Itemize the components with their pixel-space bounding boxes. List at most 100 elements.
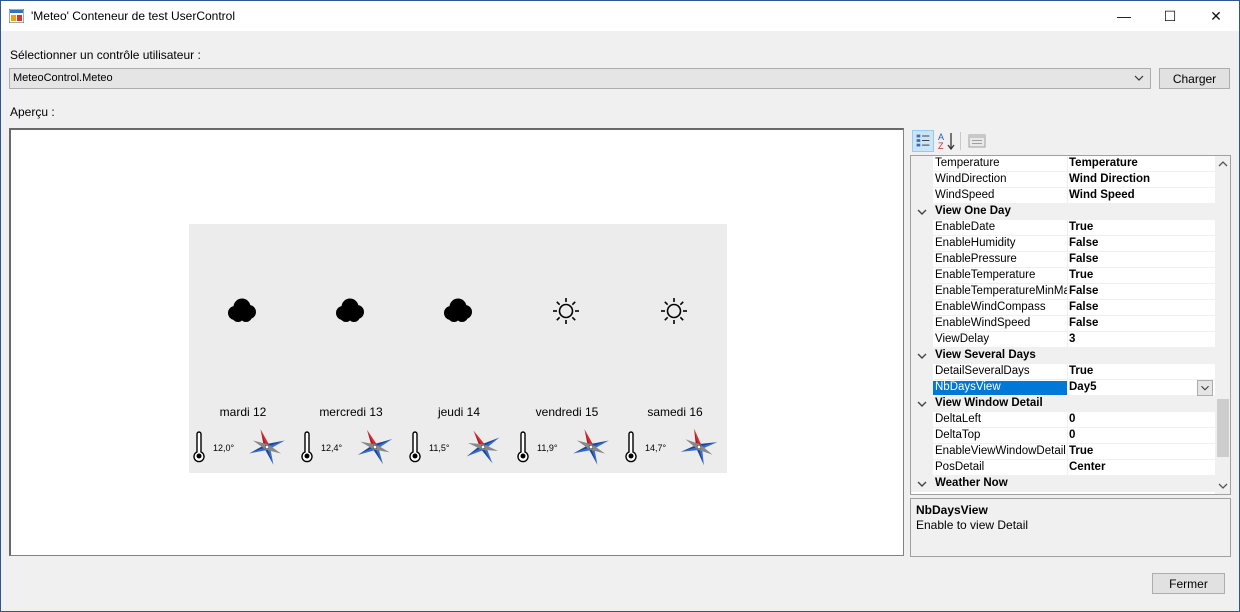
row-margin	[911, 316, 933, 332]
property-value[interactable]: False	[1069, 301, 1098, 313]
property-row[interactable]: WindSpeed Wind Speed	[911, 188, 1215, 204]
property-row[interactable]: WindDirection Wind Direction	[911, 172, 1215, 188]
column-separator	[1067, 188, 1068, 204]
property-name: DeltaLeft	[935, 413, 982, 425]
property-grid-scrollbar[interactable]	[1215, 156, 1230, 494]
forecast-day-name: samedi 16	[647, 405, 703, 419]
temperature-value: 14,7°	[645, 443, 667, 453]
collapse-chevron-icon[interactable]	[917, 479, 927, 489]
row-margin	[911, 220, 933, 236]
property-value[interactable]: True	[1069, 365, 1093, 377]
property-name: DetailSeveralDays	[935, 365, 1030, 377]
window-title: 'Meteo' Conteneur de test UserControl	[31, 9, 236, 23]
property-row[interactable]: EnableTemperatureMinMa False	[911, 284, 1215, 300]
property-row[interactable]: EnablePressure False	[911, 252, 1215, 268]
collapse-chevron-icon[interactable]	[917, 207, 927, 217]
row-margin	[911, 268, 933, 284]
row-margin	[911, 460, 933, 476]
property-value[interactable]: Center	[1069, 461, 1105, 473]
categorized-icon[interactable]	[912, 130, 934, 152]
property-name: NbDaysView	[933, 381, 1067, 395]
column-separator	[1067, 252, 1068, 268]
collapse-chevron-icon[interactable]	[917, 399, 927, 409]
property-row[interactable]: EnableTemperature True	[911, 268, 1215, 284]
property-value[interactable]: False	[1069, 285, 1098, 297]
property-pages-icon[interactable]	[966, 130, 988, 152]
minimize-button[interactable]: —	[1101, 1, 1147, 31]
forecast-day: mercredi 13 12,4°	[297, 224, 405, 473]
collapse-chevron-icon[interactable]	[917, 351, 927, 361]
category-name: View Window Detail	[935, 397, 1043, 409]
preview-panel: mardi 12 12,0° mercredi 13 12,4° jeudi 14 11,…	[9, 128, 904, 556]
row-margin	[911, 188, 933, 204]
property-value[interactable]: 0	[1069, 429, 1075, 441]
maximize-button[interactable]: ☐	[1147, 1, 1193, 31]
main-window: 'Meteo' Conteneur de test UserControl — …	[0, 0, 1240, 612]
forecast-day-name: mercredi 13	[319, 405, 383, 419]
scroll-up-icon[interactable]	[1218, 160, 1228, 168]
dropdown-chevron-icon[interactable]	[1197, 380, 1213, 396]
property-category[interactable]: Weather Now	[911, 476, 1215, 492]
row-margin	[911, 428, 933, 444]
cloud-icon	[444, 298, 472, 322]
property-row[interactable]: EnableDate True	[911, 220, 1215, 236]
property-value[interactable]: Day5	[1069, 381, 1097, 393]
row-margin	[911, 252, 933, 268]
close-button[interactable]: Fermer	[1152, 573, 1225, 594]
row-margin	[911, 380, 933, 396]
property-value[interactable]: 0	[1069, 413, 1075, 425]
control-select[interactable]: MeteoControl.Meteo	[9, 68, 1151, 89]
chevron-down-icon[interactable]	[1134, 72, 1144, 84]
property-value[interactable]: False	[1069, 237, 1098, 249]
category-name: View Several Days	[935, 349, 1036, 361]
temperature-value: 12,4°	[321, 443, 343, 453]
property-row[interactable]: ViewDelay 3	[911, 332, 1215, 348]
scroll-thumb[interactable]	[1217, 399, 1229, 457]
property-category[interactable]: View One Day	[911, 204, 1215, 220]
property-name: DeltaTop	[935, 429, 981, 441]
load-button[interactable]: Charger	[1159, 68, 1230, 89]
property-name: EnableHumidity	[935, 237, 1016, 249]
property-row[interactable]: PosDetail Center	[911, 460, 1215, 476]
property-name: ViewDelay	[935, 333, 990, 345]
property-value[interactable]: Temperature	[1069, 157, 1138, 169]
property-row[interactable]: Temperature Temperature	[911, 156, 1215, 172]
wind-compass-icon	[357, 429, 393, 465]
property-value[interactable]: True	[1069, 445, 1093, 457]
temperature-value: 12,0°	[213, 443, 235, 453]
property-category[interactable]: View Window Detail	[911, 396, 1215, 412]
column-separator	[1067, 380, 1068, 396]
property-row[interactable]: EnableHumidity False	[911, 236, 1215, 252]
column-separator	[1067, 332, 1068, 348]
property-row[interactable]: EnableViewWindowDetail True	[911, 444, 1215, 460]
property-category[interactable]: View Several Days	[911, 348, 1215, 364]
forecast-day-name: mardi 12	[219, 405, 267, 419]
scroll-down-icon[interactable]	[1218, 482, 1228, 490]
cloud-icon	[336, 298, 364, 322]
property-value[interactable]: False	[1069, 317, 1098, 329]
temperature-value: 11,9°	[537, 443, 558, 453]
property-value[interactable]: Wind Direction	[1069, 173, 1150, 185]
property-value[interactable]: 3	[1069, 333, 1075, 345]
property-row[interactable]: EnableWindCompass False	[911, 300, 1215, 316]
close-window-button[interactable]: ✕	[1193, 1, 1239, 31]
title-bar: 'Meteo' Conteneur de test UserControl — …	[1, 1, 1239, 31]
property-row[interactable]: NbDaysView Day5	[911, 380, 1215, 396]
column-separator	[1067, 300, 1068, 316]
property-row[interactable]: EnableWindSpeed False	[911, 316, 1215, 332]
description-title: NbDaysView	[916, 503, 988, 517]
property-name: WindDirection	[935, 173, 1007, 185]
property-row[interactable]: DeltaLeft 0	[911, 412, 1215, 428]
property-value[interactable]: Wind Speed	[1069, 189, 1135, 201]
thermometer-icon	[517, 431, 529, 463]
column-separator	[1067, 156, 1068, 172]
wind-compass-icon	[680, 428, 718, 466]
property-row[interactable]: DetailSeveralDays True	[911, 364, 1215, 380]
forecast-day: jeudi 14 11,5°	[405, 224, 513, 473]
property-value[interactable]: True	[1069, 221, 1093, 233]
property-value[interactable]: False	[1069, 253, 1098, 265]
alphabetical-icon[interactable]: A Z	[936, 130, 958, 152]
property-value[interactable]: True	[1069, 269, 1093, 281]
property-row[interactable]: DeltaTop 0	[911, 428, 1215, 444]
property-grid: Temperature Temperature WindDirection Wind …	[910, 155, 1231, 495]
